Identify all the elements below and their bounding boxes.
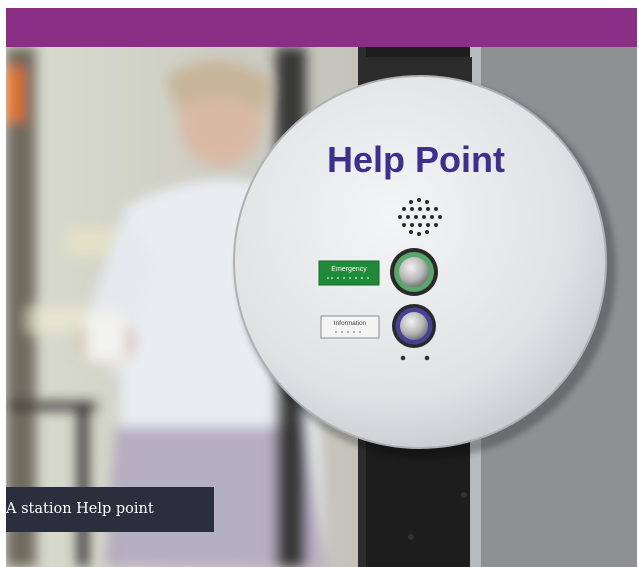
sign-title: Help Point: [327, 139, 505, 180]
svg-text:Information: Information: [334, 320, 367, 327]
figure-frame: Help Point Emergency Information A stati…: [6, 8, 637, 567]
emergency-plate: [318, 260, 380, 286]
caption-text: A station Help point: [6, 501, 154, 517]
photo-caption: A station Help point: [6, 487, 214, 532]
header-bar: [6, 8, 637, 47]
svg-text:Emergency: Emergency: [331, 266, 367, 273]
